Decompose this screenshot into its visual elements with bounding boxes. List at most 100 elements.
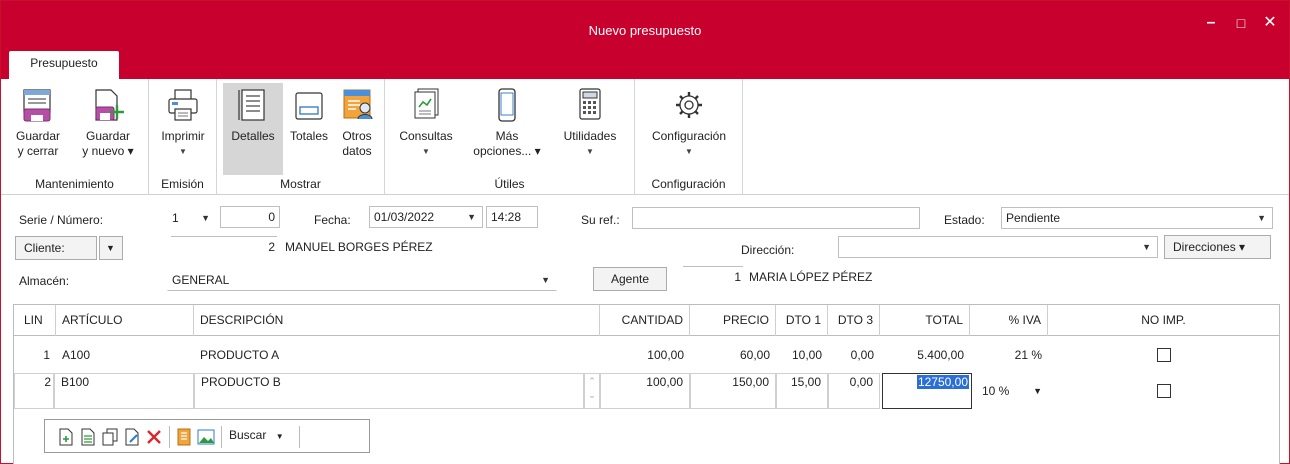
utilidades-button[interactable]: Utilidades ▼ [551,83,629,175]
cell-iva: 10 % [982,384,1010,398]
cliente-button[interactable]: Cliente: [15,236,97,260]
cliente-name: MANUEL BORGES PÉREZ [285,240,433,254]
image-icon[interactable] [197,428,215,446]
cell-precio[interactable]: 150,00 [690,373,776,409]
cliente-dropdown-icon[interactable]: ▼ [99,236,123,260]
guardar-nuevo-button[interactable]: Guardar y nuevo ▾ [73,83,143,175]
buscar-label: Buscar [229,428,267,442]
detalles-button[interactable]: Detalles [223,83,283,175]
tab-presupuesto[interactable]: Presupuesto [9,51,119,79]
serie-select[interactable]: 1 ▼ [167,207,217,229]
cell-articulo[interactable]: A100 [56,343,194,367]
total-edit-cell[interactable]: 12750,00 [882,373,972,409]
numero-field[interactable]: 0 [220,206,280,228]
buscar-button[interactable]: Buscar ▼ [229,428,284,442]
description-scroll-arrows[interactable]: ⌃ ⌄ [584,373,600,409]
cell-dto1[interactable]: 10,00 [776,343,828,367]
col-dto3[interactable]: DTO 3 [828,305,880,336]
delete-line-icon[interactable] [145,428,163,446]
group-label-emision: Emisión [161,177,204,191]
col-noimp[interactable]: NO IMP. [1048,305,1279,336]
guardar-cerrar-button[interactable]: Guardar y cerrar [5,83,71,175]
col-articulo[interactable]: ARTÍCULO [56,305,194,336]
cell-dto1[interactable]: 15,00 [776,373,828,409]
otros-datos-label-2: datos [342,144,372,158]
chevron-down-icon: ▼ [179,147,187,156]
chevron-down-icon: ▼ [541,275,550,285]
maximize-icon[interactable]: □ [1229,11,1253,35]
col-descripcion[interactable]: DESCRIPCIÓN [194,305,600,336]
copy-line-icon[interactable] [101,428,119,446]
noimp-checkbox[interactable] [1157,384,1171,398]
close-icon[interactable]: ✕ [1258,11,1282,35]
calculator-icon [579,88,601,120]
window-title: Nuevo presupuesto [588,23,702,38]
cell-precio[interactable]: 60,00 [690,343,776,367]
col-cantidad[interactable]: CANTIDAD [600,305,690,336]
totales-label: Totales [289,129,329,143]
cell-cantidad[interactable]: 100,00 [600,373,690,409]
hora-field[interactable]: 14:28 [486,206,538,228]
cliente-code[interactable]: 2 [171,236,277,258]
cell-descripcion[interactable]: PRODUCTO A [194,343,600,367]
col-dto1[interactable]: DTO 1 [776,305,828,336]
cell-total[interactable]: 12750,00 [916,375,969,389]
reports-icon [414,88,439,119]
save-close-icon [23,89,51,122]
agente-code[interactable]: 1 [683,266,743,288]
consultas-label: Consultas [399,129,453,143]
direccion-select[interactable]: ▼ [838,236,1158,258]
consultas-button[interactable]: Consultas ▼ [391,83,461,175]
cell-descripcion[interactable]: PRODUCTO B [194,373,584,409]
minimize-icon[interactable]: – [1199,11,1223,35]
notes-icon[interactable] [175,428,193,446]
guardar-nuevo-label-2: y nuevo ▾ [82,144,134,158]
cell-articulo[interactable]: B100 [54,373,194,409]
totals-icon [295,92,323,120]
suref-input[interactable] [632,207,920,229]
col-total[interactable]: TOTAL [880,305,970,336]
chevron-down-icon: ▼ [467,212,476,222]
otros-datos-button[interactable]: Otros datos [333,83,381,175]
edit-line-icon[interactable] [123,428,141,446]
insert-line-icon[interactable] [79,428,97,446]
almacen-select[interactable]: GENERAL ▼ [167,269,557,291]
fecha-label: Fecha: [314,213,351,227]
toolbar-divider [169,426,170,448]
imprimir-button[interactable]: Imprimir ▼ [153,83,213,175]
agente-button[interactable]: Agente [593,267,667,291]
cell-cantidad[interactable]: 100,00 [600,343,690,367]
printer-icon [168,89,198,121]
col-iva[interactable]: % IVA [970,305,1048,336]
mas-opciones-label-1: Más [495,129,519,143]
otros-datos-label-1: Otros [342,129,372,143]
cell-lin: 2 [14,373,54,409]
estado-select[interactable]: Pendiente ▼ [1001,207,1273,229]
fecha-field[interactable]: 01/03/2022 ▼ [369,206,483,228]
cell-iva[interactable]: 21 % [970,343,1048,367]
serie-value: 1 [172,211,179,225]
chevron-down-icon: ▼ [201,213,210,223]
cell-dto3[interactable]: 0,00 [828,373,880,409]
other-data-icon [343,89,373,120]
direcciones-button[interactable]: Direcciones ▾ [1164,235,1271,259]
col-precio[interactable]: PRECIO [690,305,776,336]
fecha-value: 01/03/2022 [374,210,435,224]
configuracion-button[interactable]: Configuración ▼ [641,83,737,175]
totales-button[interactable]: Totales [285,83,333,175]
mobile-icon [498,88,516,122]
chevron-down-icon: ▼ [275,432,284,441]
table-row[interactable]: 2 B100 PRODUCTO B ⌃ ⌄ 100,00 150,00 15,00… [14,373,1279,409]
utilidades-label: Utilidades [563,129,617,143]
new-line-icon[interactable] [57,428,75,446]
mas-opciones-button[interactable]: Más opciones... ▾ [469,83,545,175]
cell-dto3[interactable]: 0,00 [828,343,880,367]
title-bar: Nuevo presupuesto – □ ✕ [1,1,1289,51]
grid-header: LIN ARTÍCULO DESCRIPCIÓN CANTIDAD PRECIO… [14,305,1279,336]
imprimir-label: Imprimir [161,129,205,143]
noimp-checkbox[interactable] [1157,348,1171,362]
iva-select[interactable]: 10 % ▼ [976,379,1048,403]
col-lin[interactable]: LIN [14,305,56,336]
table-row[interactable]: 1 A100 PRODUCTO A 100,00 60,00 10,00 0,0… [14,343,1279,367]
gear-icon [676,92,702,118]
